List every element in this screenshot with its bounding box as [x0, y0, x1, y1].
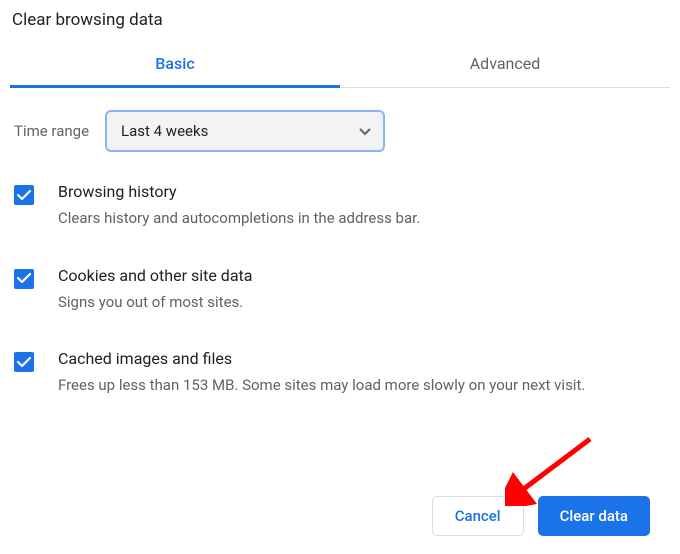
option-title: Cached images and files — [58, 349, 585, 368]
option-text: Browsing history Clears history and auto… — [58, 182, 420, 230]
clear-data-button[interactable]: Clear data — [538, 496, 650, 536]
check-icon — [17, 190, 31, 201]
option-desc: Frees up less than 153 MB. Some sites ma… — [58, 374, 585, 397]
chevron-down-icon — [359, 122, 371, 140]
clear-browsing-data-dialog: Clear browsing data Basic Advanced Time … — [0, 0, 680, 397]
check-icon — [17, 273, 31, 284]
tab-advanced-label: Advanced — [470, 54, 541, 73]
checkbox-cache[interactable] — [14, 352, 34, 372]
option-text: Cached images and files Frees up less th… — [58, 349, 585, 397]
option-desc: Clears history and autocompletions in th… — [58, 207, 420, 230]
tab-basic-label: Basic — [155, 54, 194, 73]
time-range-row: Time range Last 4 weeks — [12, 110, 668, 152]
time-range-value: Last 4 weeks — [121, 122, 208, 140]
option-title: Cookies and other site data — [58, 266, 252, 285]
checkbox-browsing-history[interactable] — [14, 185, 34, 205]
option-text: Cookies and other site data Signs you ou… — [58, 266, 252, 314]
option-cookies: Cookies and other site data Signs you ou… — [12, 266, 668, 314]
tab-advanced[interactable]: Advanced — [340, 42, 670, 87]
option-desc: Signs you out of most sites. — [58, 291, 252, 314]
tabs: Basic Advanced — [10, 42, 670, 88]
time-range-select[interactable]: Last 4 weeks — [105, 110, 385, 152]
cancel-button[interactable]: Cancel — [432, 496, 524, 536]
checkbox-cookies[interactable] — [14, 269, 34, 289]
check-icon — [17, 357, 31, 368]
option-cache: Cached images and files Frees up less th… — [12, 349, 668, 397]
cancel-button-label: Cancel — [455, 507, 501, 525]
dialog-body: Time range Last 4 weeks Browsing history… — [10, 88, 670, 397]
dialog-footer: Cancel Clear data — [432, 496, 650, 536]
tab-basic[interactable]: Basic — [10, 42, 340, 87]
option-browsing-history: Browsing history Clears history and auto… — [12, 182, 668, 230]
dialog-title: Clear browsing data — [10, 8, 670, 42]
option-title: Browsing history — [58, 182, 420, 201]
clear-data-button-label: Clear data — [560, 507, 628, 525]
time-range-label: Time range — [14, 122, 89, 140]
